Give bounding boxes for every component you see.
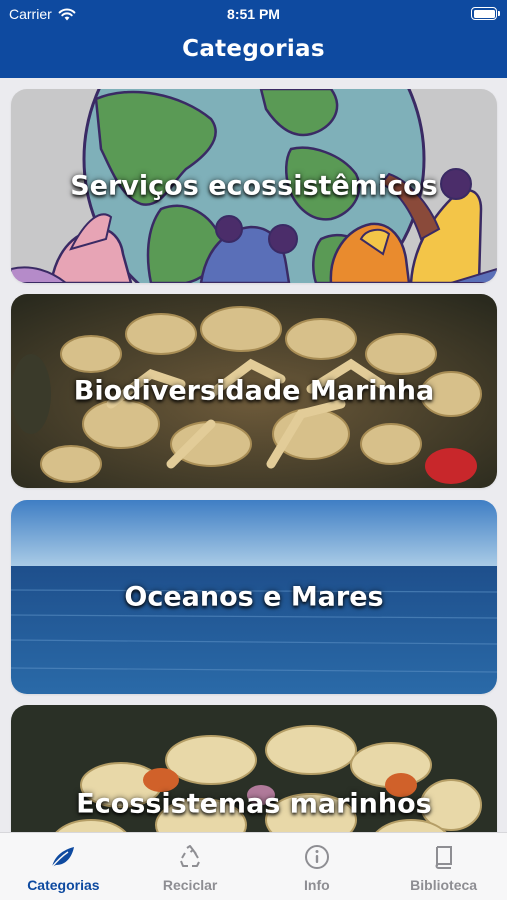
tab-label: Biblioteca bbox=[410, 877, 478, 893]
category-card-biodiversidade-marinha[interactable]: Biodiversidade Marinha bbox=[11, 294, 497, 488]
tab-label: Info bbox=[304, 877, 330, 893]
recycle-icon bbox=[176, 843, 204, 871]
tab-label: Reciclar bbox=[162, 877, 218, 893]
category-label: Oceanos e Mares bbox=[124, 581, 384, 613]
category-card-oceanos-e-mares[interactable]: Oceanos e Mares bbox=[11, 500, 497, 694]
category-label: Biodiversidade Marinha bbox=[73, 375, 435, 407]
tab-bar: Categorias Reciclar Info Biblioteca bbox=[0, 832, 507, 900]
leaf-icon bbox=[49, 843, 77, 871]
status-bar: Carrier 8:51 PM bbox=[0, 0, 507, 28]
tab-reciclar[interactable]: Reciclar bbox=[127, 833, 254, 900]
status-time: 8:51 PM bbox=[227, 6, 280, 22]
tab-label: Categorias bbox=[27, 877, 100, 893]
category-card-servicos-ecossistemicos[interactable]: Serviços ecossistêmicos bbox=[11, 89, 497, 283]
category-card-ecossistemas-marinhos[interactable]: Ecossistemas marinhos bbox=[11, 705, 497, 832]
tab-biblioteca[interactable]: Biblioteca bbox=[380, 833, 507, 900]
app-screen: Carrier 8:51 PM Categorias Serviços ecos… bbox=[0, 0, 507, 900]
tab-categorias[interactable]: Categorias bbox=[0, 833, 127, 900]
book-icon bbox=[430, 843, 458, 871]
category-label: Ecossistemas marinhos bbox=[76, 788, 432, 820]
page-title: Categorias bbox=[182, 36, 325, 62]
battery-icon bbox=[471, 7, 500, 20]
info-icon bbox=[303, 843, 331, 871]
navigation-bar: Carrier 8:51 PM Categorias bbox=[0, 0, 507, 78]
tab-info[interactable]: Info bbox=[254, 833, 381, 900]
category-label: Serviços ecossistêmicos bbox=[70, 170, 438, 202]
category-list[interactable]: Serviços ecossistêmicos Biodiversidade M… bbox=[0, 78, 507, 832]
